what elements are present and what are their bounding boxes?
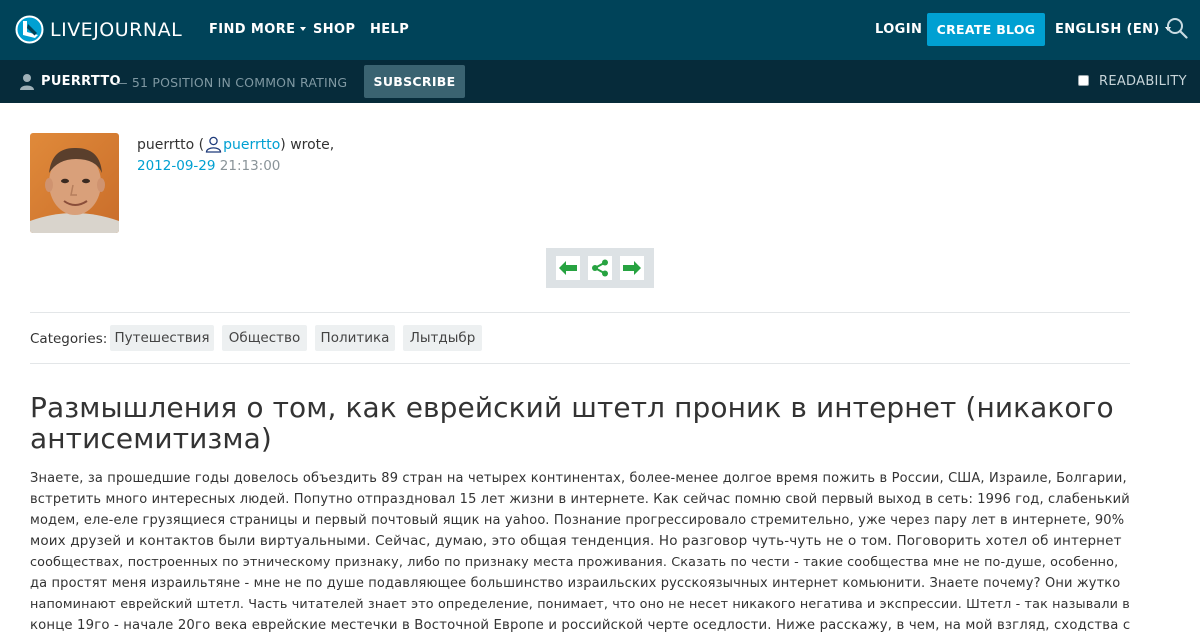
arrow-right-icon xyxy=(623,261,641,275)
author-line: puerrtto ( puerrtto ) wrote, xyxy=(137,136,334,153)
entry-date-line: 2012-09-29 21:13:00 xyxy=(137,158,280,174)
livejournal-logo[interactable]: LIVEJOURNAL xyxy=(15,15,182,44)
categories-label: Categories: xyxy=(30,331,108,347)
body-line: модем, еле-еле грузящиеся страницы и пер… xyxy=(30,513,1125,528)
body-line: встретить много интересных людей. Попутн… xyxy=(30,492,1130,507)
divider xyxy=(30,363,1130,364)
subscribe-button[interactable]: SUBSCRIBE xyxy=(364,65,465,98)
entry-title: Размышления о том, как еврейский штетл п… xyxy=(30,391,1114,455)
lj-user-icon[interactable] xyxy=(205,136,222,153)
language-selector[interactable]: ENGLISH (EN) xyxy=(1055,22,1171,37)
entry-date-link[interactable]: 2012-09-29 xyxy=(137,158,215,174)
nav-help[interactable]: HELP xyxy=(370,22,409,37)
share-icon xyxy=(592,259,608,277)
entry-time: 21:13:00 xyxy=(219,158,281,174)
rating-text: — 51 POSITION IN COMMON RATING xyxy=(115,75,348,90)
nav-find-more-label: FIND MORE xyxy=(209,22,296,37)
avatar[interactable] xyxy=(30,133,119,233)
body-line: конце 19го - начале 20го века еврейские … xyxy=(30,618,1131,633)
login-link[interactable]: LOGIN xyxy=(875,22,922,37)
category-tag[interactable]: Путешествия xyxy=(110,325,214,351)
body-line: Знаете, за прошедшие годы довелось объез… xyxy=(30,471,1127,486)
top-navigation-bar: LIVEJOURNAL FIND MORE SHOP HELP LOGIN CR… xyxy=(0,0,1200,60)
body-line: моих друзей и контактов были виртуальным… xyxy=(30,533,1122,549)
readability-checkbox[interactable] xyxy=(1078,75,1089,86)
body-line: напоминают еврейский штетл. Часть читате… xyxy=(30,597,1130,612)
create-blog-button[interactable]: CREATE BLOG xyxy=(927,13,1045,46)
author-link[interactable]: puerrtto xyxy=(223,137,280,153)
avatar-image xyxy=(30,133,119,233)
language-label: ENGLISH (EN) xyxy=(1055,22,1160,37)
user-icon xyxy=(20,74,34,90)
body-line: сообществах, построенных по этническому … xyxy=(30,555,1119,570)
body-line: да простят меня израильтяне - мне не по … xyxy=(30,576,1121,591)
entry-navigation xyxy=(546,248,654,288)
chevron-down-icon xyxy=(300,27,307,31)
previous-entry-button[interactable] xyxy=(556,256,580,280)
next-entry-button[interactable] xyxy=(620,256,644,280)
category-tag[interactable]: Лытдыбр xyxy=(403,325,482,351)
nav-find-more[interactable]: FIND MORE xyxy=(209,22,307,37)
nav-shop[interactable]: SHOP xyxy=(313,22,355,37)
share-button[interactable] xyxy=(588,256,612,280)
readability-label[interactable]: READABILITY xyxy=(1099,74,1187,89)
search-icon[interactable] xyxy=(1166,17,1188,39)
journal-username[interactable]: PUERRTTO xyxy=(41,74,121,89)
category-tag[interactable]: Общество xyxy=(222,325,307,351)
category-tag[interactable]: Политика xyxy=(315,325,395,351)
arrow-left-icon xyxy=(559,261,577,275)
divider xyxy=(30,312,1130,313)
author-text: puerrtto ( xyxy=(137,136,205,153)
wrote-text: ) wrote, xyxy=(280,136,335,153)
livejournal-logo-icon xyxy=(15,15,44,44)
logo-text: LIVEJOURNAL xyxy=(50,18,183,41)
entry-body: Знаете, за прошедшие годы довелось объез… xyxy=(30,468,1130,636)
